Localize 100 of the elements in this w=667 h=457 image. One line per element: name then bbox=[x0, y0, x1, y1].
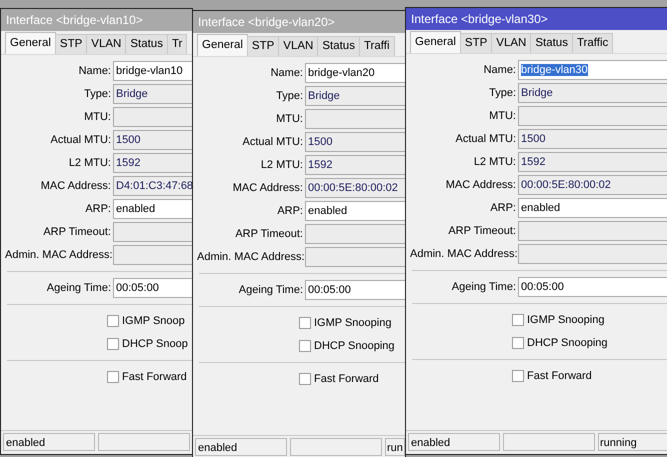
text-field[interactable] bbox=[305, 109, 405, 129]
checkbox[interactable] bbox=[299, 340, 311, 352]
tab[interactable]: STP bbox=[54, 34, 88, 54]
tab[interactable]: General bbox=[5, 32, 56, 54]
checkbox-label: Fast Forward bbox=[122, 371, 187, 383]
tab[interactable]: STP bbox=[246, 36, 280, 56]
text-field[interactable]: bridge-vlan30 bbox=[518, 60, 667, 80]
tab[interactable]: General bbox=[410, 31, 461, 53]
field-label: Ageing Time: bbox=[238, 284, 304, 296]
text-field[interactable] bbox=[305, 224, 405, 244]
field-label: MTU: bbox=[488, 110, 517, 122]
checkbox[interactable] bbox=[512, 337, 524, 349]
field-label: ARP Timeout: bbox=[234, 228, 304, 240]
field-label: Name: bbox=[270, 67, 304, 79]
checkbox-label: Fast Forward bbox=[527, 370, 592, 382]
tab[interactable]: Traffic bbox=[572, 33, 614, 53]
text-field[interactable] bbox=[518, 106, 667, 126]
field-label: Admin. MAC Address: bbox=[5, 249, 113, 261]
checkbox-label: DHCP Snooping bbox=[527, 337, 608, 349]
status-cell: running bbox=[598, 433, 667, 451]
text-field[interactable]: 1500 bbox=[518, 129, 667, 149]
tab[interactable]: Traffi bbox=[358, 36, 395, 56]
checkbox-label: IGMP Snooping bbox=[527, 314, 604, 326]
tab[interactable]: Status bbox=[317, 36, 360, 56]
tab[interactable]: VLAN bbox=[278, 36, 318, 56]
checkbox[interactable] bbox=[512, 370, 524, 382]
tab[interactable]: VLAN bbox=[491, 33, 532, 53]
tab[interactable]: VLAN bbox=[86, 34, 126, 54]
field-label: ARP Timeout: bbox=[42, 226, 112, 238]
text-field[interactable]: enabled bbox=[113, 199, 192, 219]
text-field[interactable]: 00:00:5E:80:00:02 bbox=[518, 175, 667, 195]
field-label: ARP Timeout: bbox=[447, 225, 517, 237]
tab[interactable]: STP bbox=[460, 33, 492, 53]
field-label: Ageing Time: bbox=[46, 282, 112, 294]
checkbox-label: Fast Forward bbox=[314, 373, 379, 385]
field-label: ARP: bbox=[489, 202, 517, 214]
field-label: MTU: bbox=[275, 113, 304, 125]
tab[interactable]: Status bbox=[530, 33, 573, 53]
window-title: Interface <bridge-vlan10> bbox=[1, 9, 192, 31]
field-label: Name: bbox=[482, 64, 517, 76]
field-label: L2 MTU: bbox=[68, 157, 112, 169]
text-field[interactable]: Bridge bbox=[113, 84, 192, 104]
text-field[interactable]: 00:00:5E:80:00:02 bbox=[305, 178, 405, 198]
checkbox[interactable] bbox=[107, 338, 119, 350]
text-field[interactable]: 1500 bbox=[113, 130, 192, 150]
field-label: Admin. MAC Address: bbox=[197, 251, 305, 263]
tab[interactable]: Status bbox=[125, 34, 168, 54]
text-field[interactable] bbox=[305, 247, 405, 267]
text-field[interactable]: 1592 bbox=[305, 155, 405, 175]
field-label: Type: bbox=[275, 90, 304, 102]
checkbox-label: IGMP Snooping bbox=[314, 317, 392, 329]
status-cell: enabled bbox=[408, 433, 500, 451]
field-label: L2 MTU: bbox=[472, 156, 517, 168]
text-field[interactable]: bridge-vlan10 bbox=[113, 61, 192, 81]
text-field[interactable]: Bridge bbox=[305, 86, 405, 106]
text-field[interactable] bbox=[518, 244, 667, 264]
field-label: Name: bbox=[78, 65, 112, 77]
field-label: Actual MTU: bbox=[241, 136, 304, 148]
text-field[interactable]: 1500 bbox=[305, 132, 405, 152]
field-label: Actual MTU: bbox=[49, 134, 112, 146]
text-field[interactable] bbox=[113, 107, 192, 127]
field-label: Actual MTU: bbox=[454, 133, 517, 145]
text-field[interactable]: Bridge bbox=[518, 83, 667, 103]
field-label: Type: bbox=[83, 88, 112, 100]
field-label: ARP: bbox=[84, 203, 112, 215]
field-label: Type: bbox=[488, 87, 517, 99]
checkbox-label: DHCP Snoop bbox=[122, 338, 188, 350]
checkbox[interactable] bbox=[512, 314, 524, 326]
field-label: MAC Address: bbox=[40, 180, 112, 192]
text-field[interactable]: 1592 bbox=[113, 153, 192, 173]
field-label: Admin. MAC Address: bbox=[410, 248, 518, 260]
checkbox-label: IGMP Snoop bbox=[122, 315, 185, 327]
field-label: L2 MTU: bbox=[260, 159, 304, 171]
text-field[interactable]: enabled bbox=[305, 201, 405, 221]
text-field[interactable]: 00:05:00 bbox=[305, 280, 405, 300]
field-label: MAC Address: bbox=[444, 179, 517, 191]
text-field[interactable]: bridge-vlan20 bbox=[305, 63, 405, 83]
text-field[interactable]: 00:05:00 bbox=[113, 278, 192, 298]
field-label: ARP: bbox=[276, 205, 304, 217]
text-field[interactable] bbox=[113, 245, 192, 265]
text-field[interactable]: enabled bbox=[518, 198, 667, 218]
text-field[interactable]: 00:05:00 bbox=[518, 277, 667, 297]
field-label: MTU: bbox=[83, 111, 112, 123]
checkbox-label: DHCP Snooping bbox=[314, 340, 395, 352]
text-field[interactable]: 1592 bbox=[518, 152, 667, 172]
status-cell: enabled bbox=[195, 438, 287, 456]
window-title: Interface <bridge-vlan30> bbox=[406, 8, 667, 30]
status-cell: enabled bbox=[3, 433, 95, 451]
window-title: Interface <bridge-vlan20> bbox=[193, 11, 405, 33]
tab[interactable]: Tr bbox=[166, 34, 188, 54]
checkbox[interactable] bbox=[107, 315, 119, 327]
status-cell: run bbox=[385, 438, 405, 456]
tab[interactable]: General bbox=[197, 34, 248, 56]
text-field[interactable] bbox=[113, 222, 192, 242]
field-label: MAC Address: bbox=[232, 182, 304, 194]
checkbox[interactable] bbox=[299, 317, 311, 329]
checkbox[interactable] bbox=[299, 373, 311, 385]
checkbox[interactable] bbox=[107, 371, 119, 383]
text-field[interactable] bbox=[518, 221, 667, 241]
field-label: Ageing Time: bbox=[450, 281, 517, 293]
